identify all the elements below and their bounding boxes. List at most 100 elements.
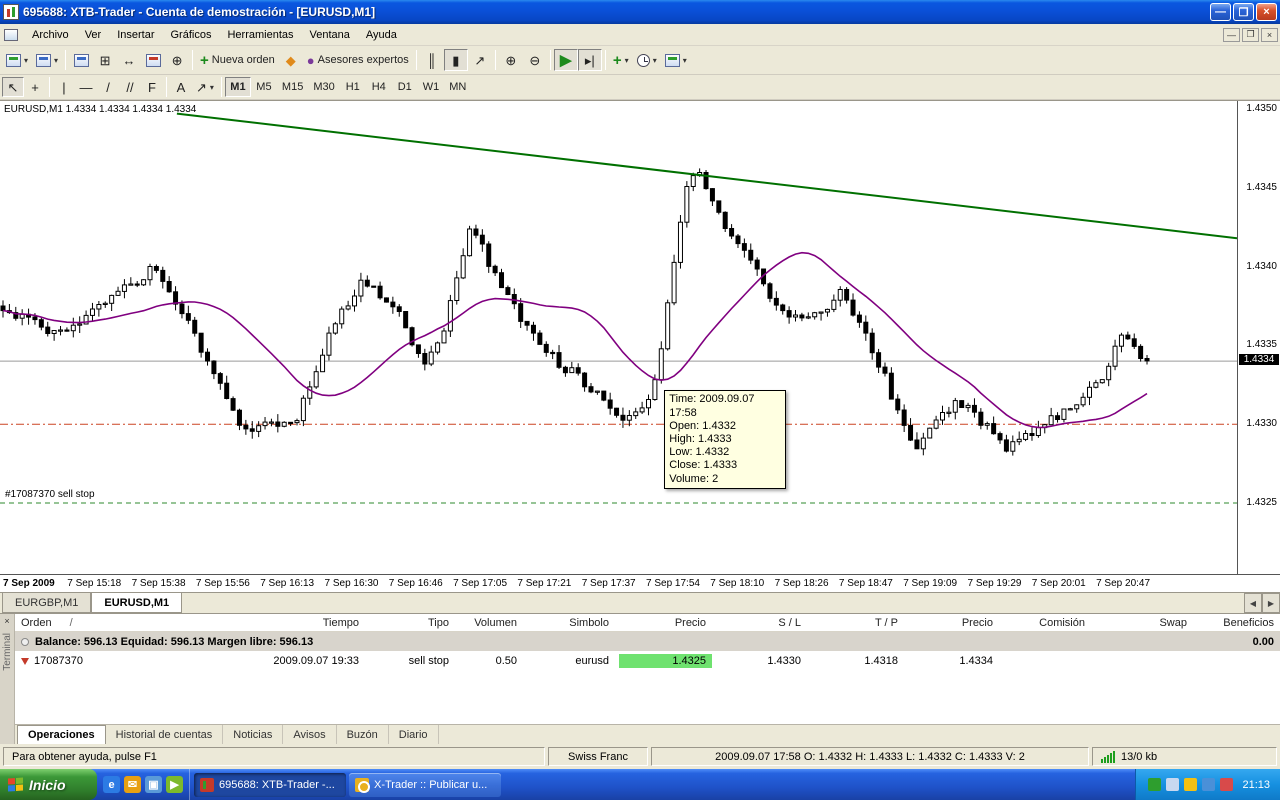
menu-ayuda[interactable]: Ayuda bbox=[358, 26, 405, 44]
column-comision[interactable]: Comisión bbox=[999, 617, 1091, 629]
chart-tab-eurusd[interactable]: EURUSD,M1 bbox=[91, 593, 182, 613]
column-volumen[interactable]: Volumen bbox=[455, 617, 523, 629]
time-axis-label: 7 Sep 15:56 bbox=[196, 578, 250, 589]
zoom-in-button[interactable]: ⊕ bbox=[499, 49, 523, 71]
candlestick-chart-button[interactable]: ▮ bbox=[444, 49, 468, 71]
tab-operaciones[interactable]: Operaciones bbox=[17, 725, 106, 744]
column-sl[interactable]: S / L bbox=[712, 617, 807, 629]
menu-graficos[interactable]: Gráficos bbox=[163, 26, 220, 44]
task-x-trader-web[interactable]: X-Trader :: Publicar u... bbox=[349, 773, 501, 797]
text-tool-button[interactable]: A bbox=[170, 77, 192, 97]
time-axis[interactable]: 7 Sep 20097 Sep 15:187 Sep 15:387 Sep 15… bbox=[0, 574, 1280, 592]
timeframe-w1-button[interactable]: W1 bbox=[418, 77, 445, 97]
order-row[interactable]: 17087370 2009.09.07 19:33 sell stop 0.50… bbox=[15, 651, 1280, 671]
network-icon[interactable] bbox=[1166, 778, 1179, 791]
crosshair-tool-button[interactable]: + bbox=[24, 77, 46, 97]
timeframe-d1-button[interactable]: D1 bbox=[392, 77, 418, 97]
browser-icon[interactable]: e bbox=[103, 776, 120, 793]
minimize-button[interactable]: — bbox=[1210, 3, 1231, 21]
antivirus-icon[interactable] bbox=[1220, 778, 1233, 791]
templates-button[interactable]: ▾ bbox=[661, 49, 691, 71]
column-tipo[interactable]: Tipo bbox=[365, 617, 455, 629]
new-order-button[interactable]: +Nueva orden bbox=[196, 49, 279, 71]
column-swap[interactable]: Swap bbox=[1091, 617, 1193, 629]
chart-tab-eurgbp[interactable]: EURGBP,M1 bbox=[2, 593, 91, 613]
time-axis-label: 7 Sep 19:09 bbox=[903, 578, 957, 589]
timeframe-mn-button[interactable]: MN bbox=[444, 77, 471, 97]
vertical-line-button[interactable]: | bbox=[53, 77, 75, 97]
column-precio-actual[interactable]: Precio bbox=[904, 617, 999, 629]
expert-advisors-button[interactable]: ●Asesores expertos bbox=[303, 49, 413, 71]
volume-icon[interactable] bbox=[1184, 778, 1197, 791]
messenger-icon[interactable] bbox=[1202, 778, 1215, 791]
strategy-tester-icon: ⊕ bbox=[172, 54, 183, 67]
periods-button[interactable]: ▾ bbox=[633, 49, 661, 71]
terminal-main: Orden/ Tiempo Tipo Volumen Simbolo Preci… bbox=[15, 614, 1280, 744]
menu-ventana[interactable]: Ventana bbox=[302, 26, 358, 44]
column-tp[interactable]: T / P bbox=[807, 617, 904, 629]
maximize-button[interactable]: ❐ bbox=[1233, 3, 1254, 21]
data-window-button[interactable]: ⊞ bbox=[93, 49, 117, 71]
start-button[interactable]: Inicio bbox=[0, 769, 97, 800]
mail-icon[interactable]: ✉ bbox=[124, 776, 141, 793]
auto-scroll-button[interactable]: ▶ bbox=[554, 49, 578, 71]
tab-buzon[interactable]: Buzón bbox=[337, 725, 389, 744]
new-chart-icon bbox=[6, 54, 21, 67]
horizontal-line-button[interactable]: — bbox=[75, 77, 97, 97]
tab-noticias[interactable]: Noticias bbox=[223, 725, 283, 744]
column-precio[interactable]: Precio bbox=[615, 617, 712, 629]
column-simbolo[interactable]: Simbolo bbox=[523, 617, 615, 629]
tab-historial[interactable]: Historial de cuentas bbox=[106, 725, 224, 744]
expert-advisors-label: Asesores expertos bbox=[318, 54, 409, 66]
timeframe-m1-button[interactable]: M1 bbox=[225, 77, 251, 97]
strategy-tester-button[interactable]: ⊕ bbox=[165, 49, 189, 71]
menu-herramientas[interactable]: Herramientas bbox=[219, 26, 301, 44]
channel-button[interactable]: // bbox=[119, 77, 141, 97]
timeframe-m30-button[interactable]: M30 bbox=[308, 77, 339, 97]
chart-shift-button[interactable]: ▸| bbox=[578, 49, 602, 71]
tab-scroll-right-button[interactable]: ▶ bbox=[1262, 593, 1280, 613]
indicators-button[interactable]: +▾ bbox=[609, 49, 633, 71]
chart-symbol-label: EURUSD,M1 1.4334 1.4334 1.4334 1.4334 bbox=[4, 104, 196, 115]
trendline-button[interactable]: / bbox=[97, 77, 119, 97]
metaeditor-button[interactable]: ◆ bbox=[279, 49, 303, 71]
chart-tray-icon[interactable] bbox=[1148, 778, 1161, 791]
timeframe-h4-button[interactable]: H4 bbox=[366, 77, 392, 97]
terminal-close-icon[interactable]: × bbox=[1, 614, 14, 627]
close-button[interactable]: × bbox=[1256, 3, 1277, 21]
column-orden[interactable]: Orden/ bbox=[15, 617, 130, 629]
balance-row: Balance: 596.13 Equidad: 596.13 Margen l… bbox=[15, 632, 1280, 651]
mdi-close-button[interactable]: × bbox=[1261, 28, 1278, 42]
order-volume: 0.50 bbox=[455, 655, 523, 667]
mdi-restore-button[interactable]: ❐ bbox=[1242, 28, 1259, 42]
menu-insertar[interactable]: Insertar bbox=[109, 26, 162, 44]
timeframe-m15-button[interactable]: M15 bbox=[277, 77, 308, 97]
timeframe-h1-button[interactable]: H1 bbox=[340, 77, 366, 97]
zoom-out-button[interactable]: ⊖ bbox=[523, 49, 547, 71]
media-player-icon[interactable]: ▶ bbox=[166, 776, 183, 793]
tab-scroll-left-button[interactable]: ◀ bbox=[1244, 593, 1262, 613]
tab-avisos[interactable]: Avisos bbox=[283, 725, 336, 744]
column-beneficios[interactable]: Beneficios bbox=[1193, 617, 1280, 629]
price-axis[interactable]: 1.43501.43451.43401.43351.43301.43251.43… bbox=[1237, 101, 1280, 574]
chart-plot-area[interactable]: EURUSD,M1 1.4334 1.4334 1.4334 1.4334 #1… bbox=[0, 101, 1237, 574]
menu-ver[interactable]: Ver bbox=[77, 26, 110, 44]
timeframe-m5-button[interactable]: M5 bbox=[251, 77, 277, 97]
terminal-panel-button[interactable] bbox=[141, 49, 165, 71]
arrows-tool-button[interactable]: ↗▾ bbox=[192, 77, 218, 97]
tab-diario[interactable]: Diario bbox=[389, 725, 439, 744]
cursor-tool-button[interactable]: ↖ bbox=[2, 77, 24, 97]
sell-order-icon bbox=[21, 658, 29, 665]
profiles-button[interactable]: ▾ bbox=[32, 49, 62, 71]
column-tiempo[interactable]: Tiempo bbox=[130, 617, 365, 629]
line-chart-button[interactable]: ↗ bbox=[468, 49, 492, 71]
menu-archivo[interactable]: Archivo bbox=[24, 26, 77, 44]
new-chart-button[interactable]: ▾ bbox=[2, 49, 32, 71]
mdi-minimize-button[interactable]: — bbox=[1223, 28, 1240, 42]
market-watch-button[interactable] bbox=[69, 49, 93, 71]
navigator-button[interactable]: ↔ bbox=[117, 49, 141, 71]
task-xtb-trader[interactable]: 695688: XTB-Trader -... bbox=[194, 773, 346, 797]
fibonacci-button[interactable]: F bbox=[141, 77, 163, 97]
show-desktop-icon[interactable]: ▣ bbox=[145, 776, 162, 793]
bar-chart-button[interactable]: ║ bbox=[420, 49, 444, 71]
